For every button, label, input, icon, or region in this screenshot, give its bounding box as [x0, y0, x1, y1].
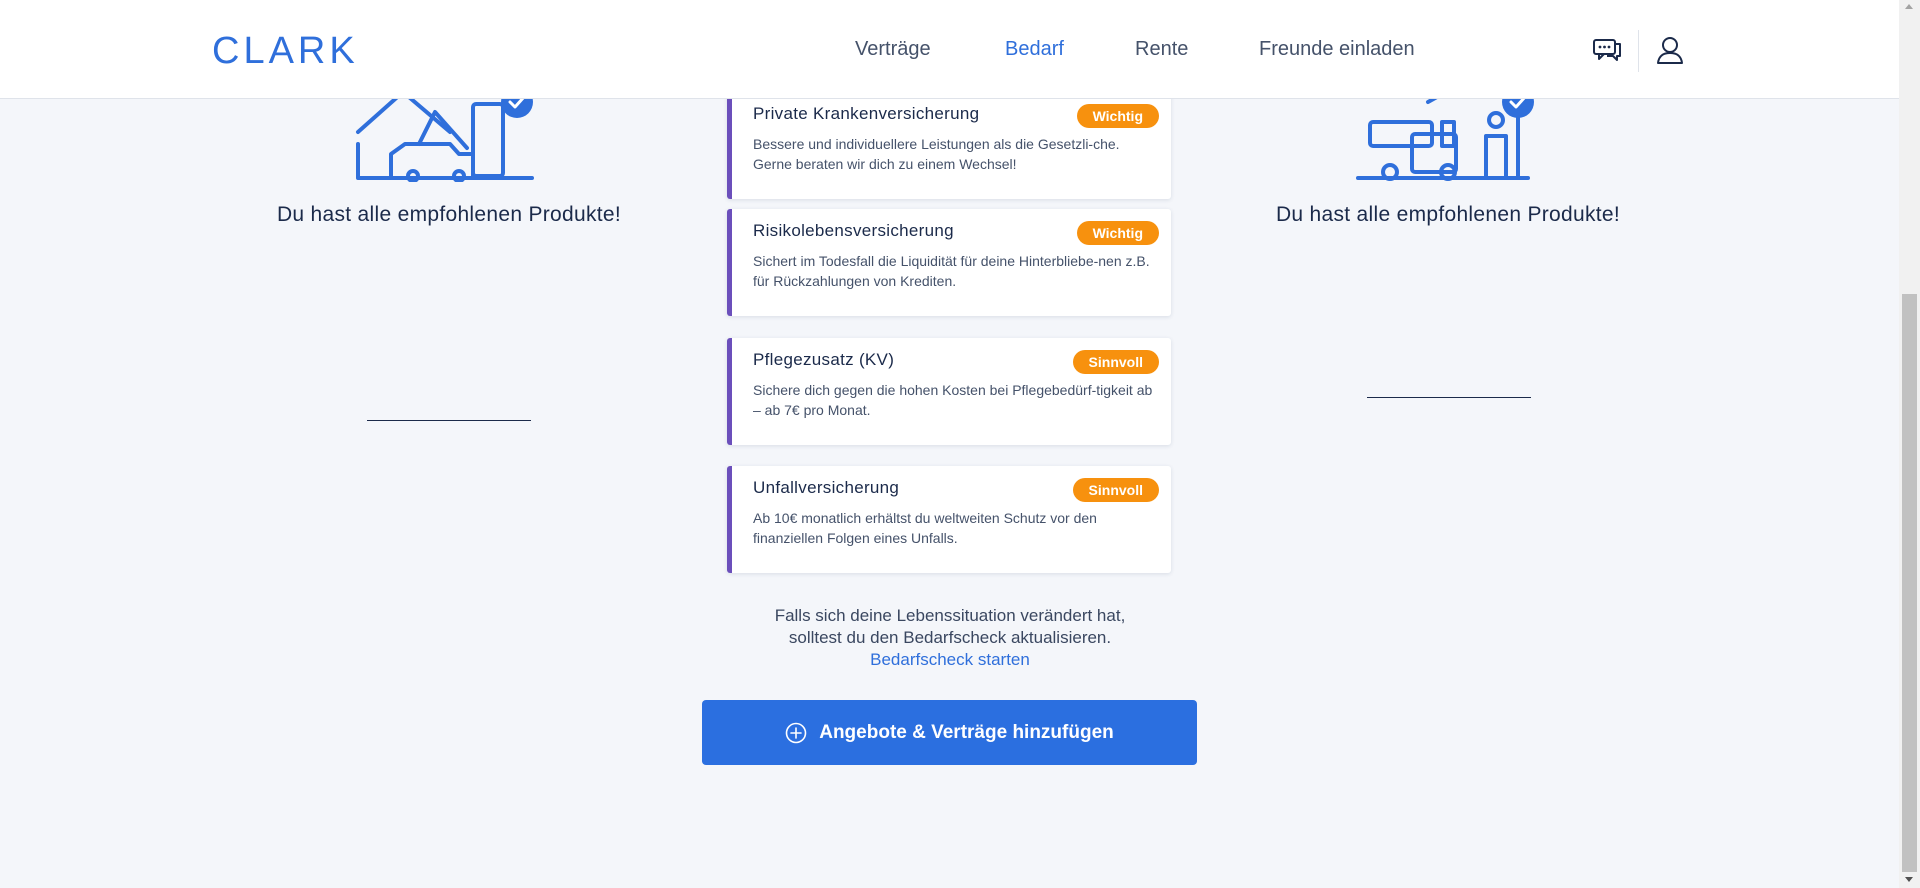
- card-unfallversicherung[interactable]: Unfallversicherung Sinnvoll Ab 10€ monat…: [727, 466, 1171, 573]
- card-pflegezusatz[interactable]: Pflegezusatz (KV) Sinnvoll Sichere dich …: [727, 338, 1171, 445]
- nav-item-vertraege[interactable]: Verträge: [855, 38, 931, 61]
- card-private-krankenversicherung[interactable]: Private Krankenversicherung Wichtig Bess…: [727, 92, 1171, 199]
- bedarfscheck-info: Falls sich deine Lebenssituation verände…: [700, 605, 1200, 671]
- bedarfscheck-start-link[interactable]: Bedarfscheck starten: [700, 649, 1200, 671]
- page-scrollbar[interactable]: [1899, 0, 1920, 888]
- camper-person-check-icon: [1356, 92, 1534, 181]
- nav-item-freunde-einladen[interactable]: Freunde einladen: [1259, 38, 1415, 61]
- clark-logo[interactable]: CLARK: [212, 30, 359, 73]
- card-description: Sichere dich gegen die hohen Kosten bei …: [753, 382, 1153, 418]
- card-title: Pflegezusatz (KV): [753, 350, 895, 369]
- left-column-divider: [367, 420, 531, 421]
- info-line-1: Falls sich deine Lebenssituation verände…: [774, 606, 1126, 625]
- top-header: CLARK Verträge Bedarf Rente Freunde einl…: [0, 0, 1899, 99]
- add-offers-contracts-label: Angebote & Verträge hinzufügen: [819, 721, 1114, 743]
- chat-icon[interactable]: [1591, 34, 1623, 66]
- nav-item-rente[interactable]: Rente: [1135, 38, 1188, 61]
- right-column-divider: [1367, 397, 1531, 398]
- right-column-title: Du hast alle empfohlenen Produkte!: [1275, 203, 1621, 226]
- card-description: Ab 10€ monatlich erhältst du weltweiten …: [753, 510, 1097, 546]
- card-description: Sichert im Todesfall die Liquidität für …: [753, 253, 1150, 289]
- add-offers-contracts-button[interactable]: Angebote & Verträge hinzufügen: [702, 700, 1197, 765]
- info-line-2: solltest du den Bedarfscheck aktualisier…: [788, 628, 1112, 647]
- plus-circle-icon: [785, 722, 807, 743]
- user-icon[interactable]: [1654, 34, 1686, 66]
- house-car-check-icon: [356, 92, 534, 182]
- nav-item-bedarf[interactable]: Bedarf: [1005, 38, 1064, 61]
- scroll-up-arrow-icon[interactable]: [1905, 4, 1913, 9]
- left-column-title: Du hast alle empfohlenen Produkte!: [276, 203, 622, 226]
- card-title: Unfallversicherung: [753, 478, 900, 497]
- card-title: Risikolebensversicherung: [753, 221, 954, 240]
- priority-badge: Sinnvoll: [1072, 478, 1159, 502]
- card-description: Bessere und individuellere Leistungen al…: [753, 136, 1120, 172]
- scroll-down-arrow-icon[interactable]: [1905, 877, 1913, 882]
- priority-badge: Sinnvoll: [1072, 350, 1159, 374]
- scroll-thumb[interactable]: [1902, 294, 1917, 872]
- card-risikolebensversicherung[interactable]: Risikolebensversicherung Wichtig Sichert…: [727, 209, 1171, 316]
- priority-badge: Wichtig: [1076, 104, 1159, 128]
- priority-badge: Wichtig: [1076, 221, 1159, 245]
- header-divider: [1638, 30, 1639, 72]
- card-title: Private Krankenversicherung: [753, 104, 980, 123]
